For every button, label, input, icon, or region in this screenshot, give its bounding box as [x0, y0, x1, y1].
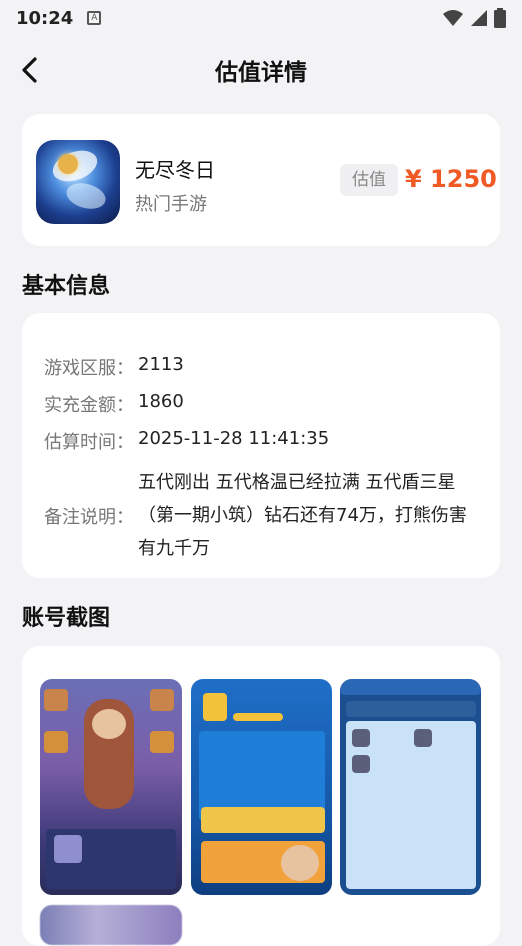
- info-value: 2113: [138, 354, 184, 375]
- valuation-tag: 估值: [340, 164, 398, 196]
- info-label: 游戏区服：: [44, 358, 134, 379]
- screenshot-1[interactable]: [40, 679, 182, 895]
- info-row-time: 估算时间： 2025-11-28 11:41:35: [44, 428, 329, 454]
- basic-info-title: 基本信息: [22, 274, 111, 299]
- game-name: 无尽冬日: [135, 158, 215, 182]
- status-icons: [442, 8, 506, 28]
- game-app-icon: [36, 140, 120, 224]
- battery-icon: [494, 8, 506, 28]
- screenshots-title: 账号截图: [22, 606, 111, 631]
- valuation-price: ¥ 1250: [405, 165, 497, 193]
- wifi-icon: [443, 10, 463, 26]
- info-label: 备注说明：: [44, 506, 134, 528]
- page-title: 估值详情: [215, 60, 307, 86]
- info-label: 估算时间：: [44, 432, 134, 453]
- info-row-recharge: 实充金额： 1860: [44, 391, 184, 417]
- info-row-remark: 备注说明： 五代刚出 五代格温已经拉满 五代盾三星（第一期小筑）钻石还有74万，…: [44, 466, 478, 565]
- game-category: 热门手游: [135, 194, 207, 215]
- info-value: 1860: [138, 391, 184, 412]
- screenshots-card: [22, 646, 500, 946]
- back-button[interactable]: [14, 54, 46, 86]
- chevron-left-icon: [22, 57, 37, 83]
- screenshot-3[interactable]: [340, 679, 481, 895]
- screenshot-2[interactable]: [191, 679, 332, 895]
- info-label: 实充金额：: [44, 395, 134, 416]
- info-value: 2025-11-28 11:41:35: [138, 428, 330, 449]
- status-time: 10:24: [16, 7, 74, 29]
- game-card: 无尽冬日 热门手游 估值 ¥ 1250: [22, 114, 500, 246]
- info-row-server: 游戏区服： 2113: [44, 354, 184, 380]
- a-icon: A: [87, 11, 102, 25]
- signal-icon: [471, 10, 487, 26]
- basic-info-card: 游戏区服： 2113 实充金额： 1860 估算时间： 2025-11-28 1…: [22, 313, 500, 578]
- screenshot-4[interactable]: [40, 905, 182, 945]
- info-value: 五代刚出 五代格温已经拉满 五代盾三星（第一期小筑）钻石还有74万，打熊伤害有九…: [138, 472, 467, 559]
- nav-bar: 估值详情: [0, 44, 522, 96]
- status-bar: 10:24 A: [0, 0, 522, 36]
